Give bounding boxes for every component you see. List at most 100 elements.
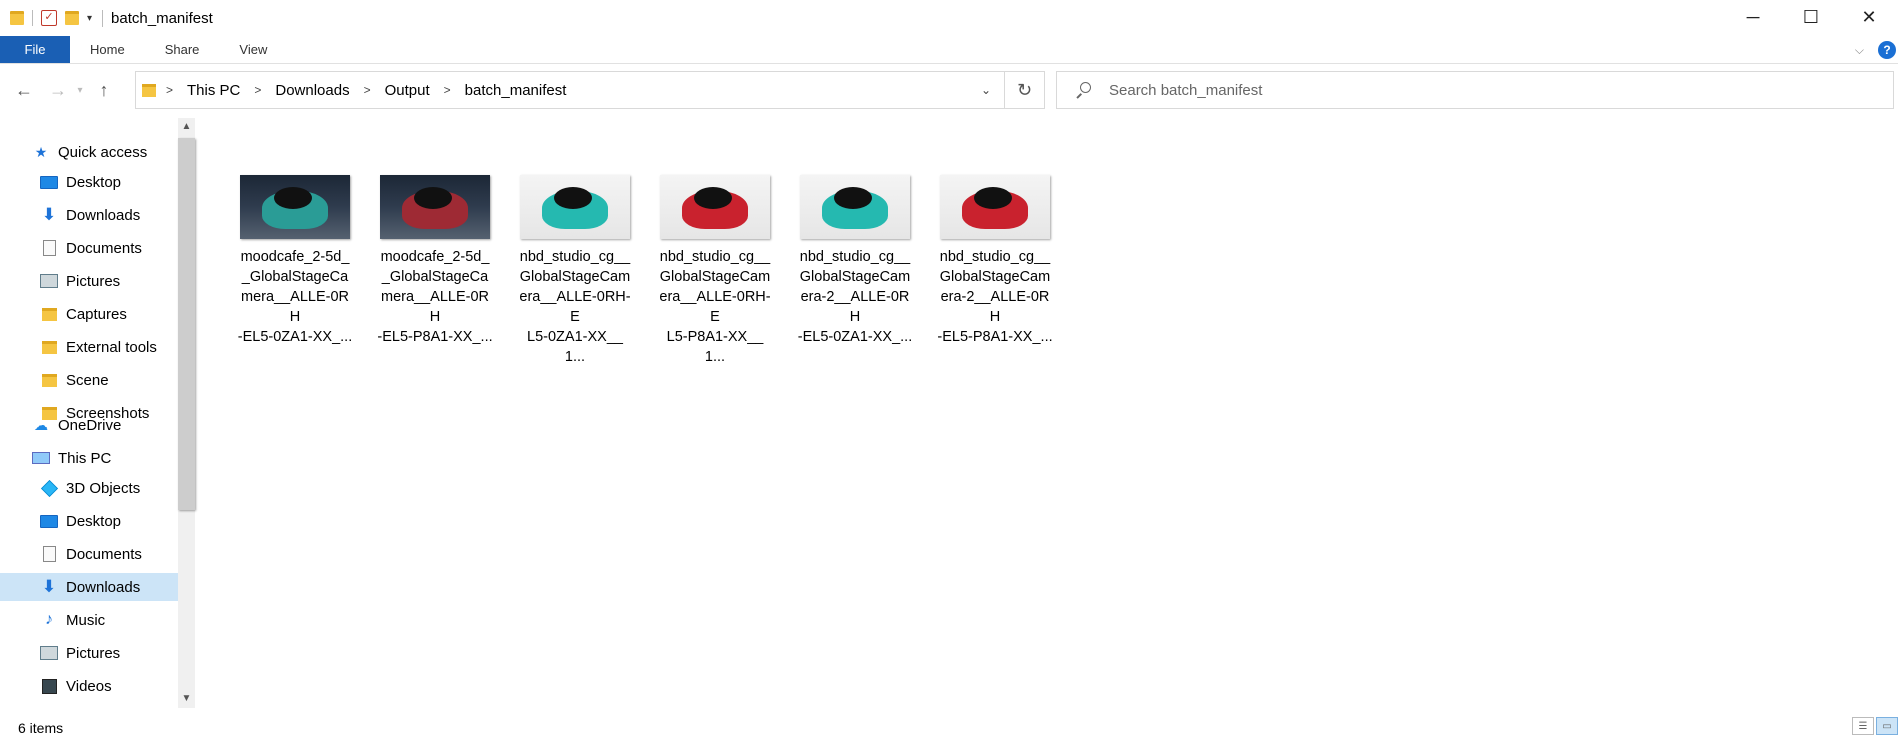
file-name-line: L5-P8A1-XX__1... (666, 329, 764, 365)
file-name-line: GlobalStageCam (519, 269, 631, 285)
star-icon: ★ (34, 143, 48, 160)
large-icons-view-icon[interactable]: ▭ (1876, 717, 1898, 735)
sidebar-item-desktop[interactable]: Desktop📌 (40, 168, 121, 196)
file-name-line: era__ALLE-0RH-E (519, 289, 631, 325)
breadcrumb-output[interactable]: Output (385, 82, 430, 99)
details-view-icon[interactable]: ☰ (1852, 717, 1874, 735)
nav-label: Videos (66, 677, 112, 695)
document-icon (40, 546, 58, 562)
scroll-down-icon[interactable]: ▼ (178, 690, 195, 708)
folder-icon-shape (41, 373, 57, 387)
file-thumbnail (660, 175, 770, 239)
nav-label: Scene (66, 371, 109, 389)
sidebar-item-pictures[interactable]: Pictures📌 (40, 267, 120, 295)
nav-onedrive[interactable]: ☁ OneDrive (32, 411, 121, 439)
expand-ribbon-icon[interactable]: ⌵ (1855, 43, 1864, 58)
breadcrumb-this-pc[interactable]: This PC (187, 82, 240, 99)
help-icon[interactable]: ? (1878, 41, 1896, 59)
forward-arrow-icon[interactable]: → (44, 80, 72, 101)
sidebar-item-downloads[interactable]: ⬇Downloads📌 (40, 201, 140, 229)
music-icon-shape: ♪ (45, 611, 53, 628)
nav-label: Quick access (58, 143, 148, 161)
recent-locations-icon[interactable]: ▾ (72, 85, 88, 96)
document-icon-shape (42, 240, 56, 256)
file-item[interactable]: moodcafe_2-5d_ _GlobalStageCa mera__ALLE-0… (225, 175, 365, 367)
chevron-right-icon[interactable]: > (444, 83, 451, 97)
file-name-line: mera__ALLE-0RH (241, 289, 349, 325)
desktop-icon (40, 174, 58, 190)
nav-this-pc[interactable]: This PC (32, 444, 111, 472)
nav-label: Documents (66, 239, 142, 257)
address-bar[interactable]: > This PC > Downloads > Output > batch_m… (135, 71, 1005, 109)
tab-view[interactable]: View (219, 36, 287, 63)
close-button[interactable]: ✕ (1840, 0, 1898, 34)
file-item[interactable]: moodcafe_2-5d_ _GlobalStageCa mera__ALLE-0… (365, 175, 505, 367)
chevron-right-icon[interactable]: > (364, 83, 371, 97)
sidebar-item-pc-music[interactable]: ♪ Music (40, 606, 105, 634)
nav-label: Desktop (66, 512, 122, 530)
status-bar: 6 items ☰ ▭ (0, 715, 1898, 740)
sidebar-item-pc-documents[interactable]: Documents (40, 540, 142, 568)
file-name-line: GlobalStageCam (659, 269, 771, 285)
breadcrumb-downloads[interactable]: Downloads (275, 82, 349, 99)
car-roof (974, 187, 1012, 209)
chevron-right-icon[interactable]: > (254, 83, 261, 97)
folder-icon-shape (41, 307, 57, 321)
file-item[interactable]: nbd_studio_cg__ GlobalStageCam era-2__ALLE… (785, 175, 925, 367)
videos-icon (40, 678, 58, 694)
ribbon-tabs: File Home Share View ⌵ ? (0, 36, 1898, 64)
sidebar-item-pc-downloads[interactable]: ⬇ Downloads (0, 573, 178, 601)
window-controls: ─ ☐ ✕ (1724, 0, 1898, 34)
scroll-up-icon[interactable]: ▲ (178, 118, 195, 136)
nav-label: Downloads (66, 206, 141, 224)
file-item[interactable]: nbd_studio_cg__ GlobalStageCam era__ALLE-0… (645, 175, 785, 367)
file-explorer-window: ✓ ▾ batch_manifest ─ ☐ ✕ File Home Share… (0, 0, 1898, 740)
tab-home[interactable]: Home (70, 36, 145, 63)
tab-file[interactable]: File (0, 36, 70, 63)
sidebar-item-pc-pictures[interactable]: Pictures (40, 639, 120, 667)
navigation-pane: ★ Quick access Desktop📌 ⬇Downloads📌 Docume… (0, 118, 178, 708)
sidebar-item-pc-videos[interactable]: Videos (40, 672, 112, 700)
file-name-line: _GlobalStageCa (381, 269, 489, 285)
nav-label: Downloads (66, 578, 141, 596)
title-bar: ✓ ▾ batch_manifest ─ ☐ ✕ (0, 0, 1898, 36)
maximize-button[interactable]: ☐ (1782, 0, 1840, 34)
chevron-down-icon[interactable]: ⌄ (968, 72, 1004, 108)
scroll-thumb[interactable] (178, 138, 195, 510)
file-name: nbd_studio_cg__ GlobalStageCam era-2__ALLE… (797, 247, 913, 347)
car-roof (274, 187, 312, 209)
sidebar-item-pc-desktop[interactable]: Desktop (40, 507, 121, 535)
search-box[interactable] (1056, 71, 1894, 109)
up-arrow-icon[interactable]: ↑ (90, 80, 118, 101)
refresh-button[interactable]: ↻ (1005, 71, 1045, 109)
file-name-line: nbd_studio_cg__ (799, 249, 911, 265)
file-name-line: GlobalStageCam (939, 269, 1051, 285)
chevron-right-icon[interactable]: > (166, 83, 173, 97)
nav-scrollbar[interactable]: ▲ ▼ (178, 118, 195, 708)
document-icon (40, 240, 58, 256)
new-folder-icon[interactable] (65, 11, 79, 25)
nav-label: This PC (58, 449, 112, 467)
file-name: nbd_studio_cg__ GlobalStageCam era-2__ALLE… (937, 247, 1053, 347)
pictures-icon-shape (40, 274, 58, 288)
sidebar-item-documents[interactable]: Documents📌 (40, 234, 142, 262)
breadcrumb-batch-manifest[interactable]: batch_manifest (465, 82, 567, 99)
file-item[interactable]: nbd_studio_cg__ GlobalStageCam era-2__ALLE… (925, 175, 1065, 367)
sidebar-item-scene[interactable]: Scene (40, 366, 109, 394)
properties-icon[interactable]: ✓ (41, 10, 57, 26)
file-name-line: era-2__ALLE-0RH (940, 289, 1050, 325)
videos-icon-shape (41, 678, 57, 694)
sidebar-item-pc-local-disk-c[interactable]: Local Disk (C:) (40, 705, 164, 708)
minimize-button[interactable]: ─ (1724, 0, 1782, 34)
customize-toolbar-icon[interactable]: ▾ (87, 13, 92, 24)
file-item[interactable]: nbd_studio_cg__ GlobalStageCam era__ALLE-0… (505, 175, 645, 367)
file-name: nbd_studio_cg__ GlobalStageCam era__ALLE-0… (517, 247, 633, 367)
sidebar-item-captures[interactable]: Captures (40, 300, 127, 328)
tab-share[interactable]: Share (145, 36, 220, 63)
sidebar-item-external-tools[interactable]: External tools (40, 333, 157, 361)
sidebar-item-pc-3d-objects[interactable]: 3D Objects (40, 474, 140, 502)
search-input[interactable] (1109, 81, 1869, 99)
nav-quick-access[interactable]: ★ Quick access (32, 138, 147, 166)
back-arrow-icon[interactable]: ← (10, 80, 38, 101)
nav-label: 3D Objects (66, 479, 141, 497)
